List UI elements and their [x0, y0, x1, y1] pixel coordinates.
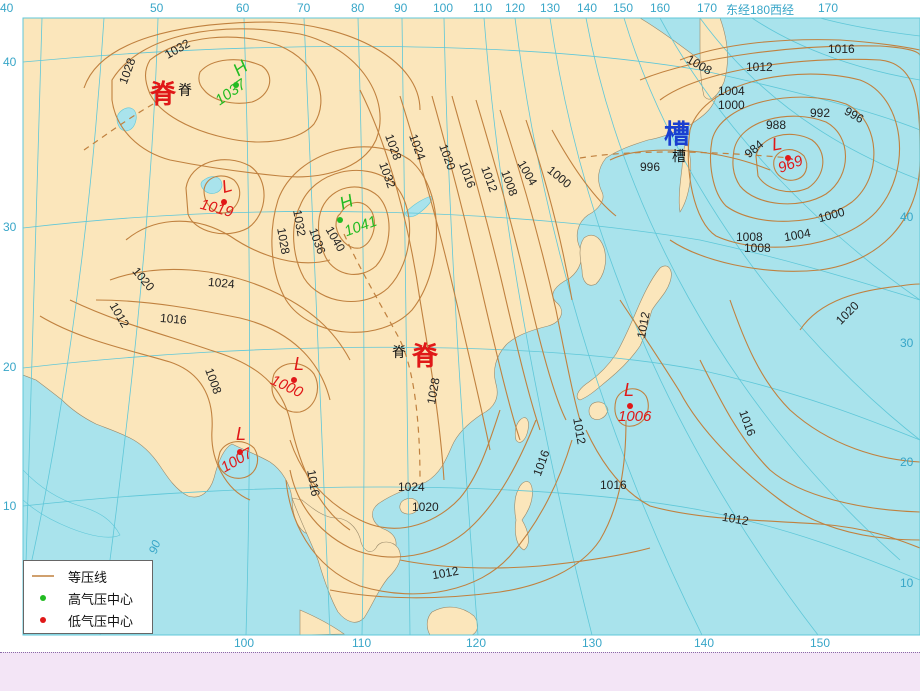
lon-label: 50	[150, 1, 164, 15]
lon-label: 140	[577, 1, 598, 15]
isobar-label: 1024	[207, 274, 236, 292]
bottom-strip	[0, 652, 920, 691]
lon-label: 170	[697, 1, 718, 15]
isobar-label: 1016	[828, 42, 855, 56]
low-center-letter: L	[236, 424, 247, 444]
isobar-label: 1012	[746, 60, 773, 74]
lon-label: 100	[234, 636, 255, 650]
isobar-label: 1008	[736, 230, 763, 244]
lon-label: 90	[394, 1, 408, 15]
isobar-label: 1016	[159, 310, 188, 328]
lat-label: 20	[900, 455, 914, 469]
lon-label: 130	[540, 1, 561, 15]
lon-label: 110	[473, 1, 493, 15]
low-dot-icon	[40, 617, 46, 623]
legend-isobar-label: 等压线	[68, 571, 108, 586]
isobar-label: 996	[640, 160, 661, 174]
lon-label: 100	[433, 1, 454, 15]
ridge-label: 脊	[150, 80, 177, 110]
isobar-label: 1000	[718, 98, 745, 112]
legend-high-label: 高气压中心	[68, 593, 134, 608]
lon-label: 170	[818, 1, 839, 15]
lat-label: 10	[900, 576, 914, 590]
lon-label: 150	[613, 1, 634, 15]
lon-label: 40	[0, 1, 14, 15]
map-canvas	[0, 0, 920, 652]
lon-label: 130	[582, 636, 603, 650]
high-dot-icon	[40, 595, 46, 601]
isobar-label: 988	[766, 118, 787, 132]
trough-label-small: 槽	[672, 149, 686, 165]
ridge-label-small: 脊	[178, 83, 192, 99]
lon-label: 80	[351, 1, 365, 15]
legend-low-label: 低气压中心	[68, 615, 134, 630]
low-center-letter: L	[294, 354, 305, 374]
lon-label: 60	[236, 1, 250, 15]
lat-label: 40	[900, 210, 914, 224]
ridge-label: 脊	[412, 342, 439, 372]
lat-label: 10	[3, 499, 17, 513]
lon-label: 东经180西经	[726, 3, 795, 17]
map-legend: 等压线 高气压中心 低气压中心	[23, 560, 153, 634]
isobar-line-icon	[32, 575, 54, 577]
lon-label: 120	[466, 636, 487, 650]
high-center-dot	[337, 217, 343, 223]
isobar-label: 992	[810, 106, 831, 120]
lon-label: 120	[505, 1, 526, 15]
lat-label: 40	[3, 55, 17, 69]
isobar-label: 1016	[600, 478, 627, 492]
lon-label: 160	[650, 1, 671, 15]
lon-label: 110	[352, 636, 372, 650]
weather-map: 40 50 60 70 80 90 100 110 120 130 140 15…	[0, 0, 920, 652]
isobar-label: 1020	[412, 500, 439, 514]
lat-label: 20	[3, 360, 17, 374]
lon-label: 150	[810, 636, 831, 650]
lat-label: 30	[900, 336, 914, 350]
low-center-value: 1006	[618, 408, 652, 425]
lon-label: 70	[297, 1, 311, 15]
isobar-label: 1024	[398, 480, 425, 494]
lon-label: 140	[694, 636, 715, 650]
lat-label: 30	[3, 220, 17, 234]
low-center-letter: L	[624, 380, 635, 400]
ridge-label-small: 脊	[392, 345, 406, 361]
isobar-label: 1004	[718, 84, 745, 98]
